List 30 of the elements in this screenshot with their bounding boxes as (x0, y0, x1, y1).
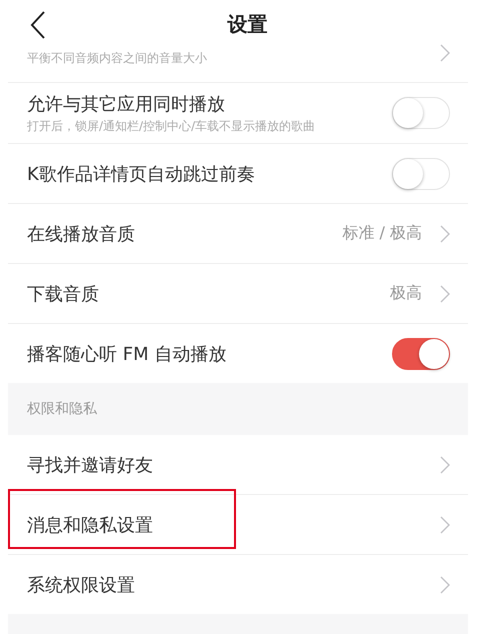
settings-row[interactable]: 在线播放音质 标准 / 极高 (8, 203, 468, 263)
row-label: K歌作品详情页自动跳过前奏 (27, 162, 256, 186)
settings-row[interactable]: 寻找并邀请好友 (8, 435, 468, 494)
settings-row[interactable]: K歌作品详情页自动跳过前奏 (8, 143, 468, 203)
row-label: 允许与其它应用同时播放 (27, 92, 226, 116)
settings-row[interactable]: 系统权限设置 (8, 554, 468, 614)
settings-row[interactable]: 下载音质 极高 (8, 263, 468, 323)
chevron-icon (440, 44, 450, 62)
row-value: 标准 / 极高 (342, 223, 422, 244)
row-label: 在线播放音质 (27, 222, 136, 246)
settings-row[interactable]: 消息和隐私设置 (8, 494, 468, 554)
row-label: 系统权限设置 (27, 574, 136, 596)
chevron-icon (440, 224, 450, 242)
chevron-icon (440, 456, 450, 474)
row-value: 极高 (390, 283, 422, 304)
row-label: 播客随心听 FM 自动播放 (27, 342, 228, 366)
settings-row[interactable]: 允许与其它应用同时播放 打开后，锁屏/通知栏/控制中心/车载不显示播放的歌曲 (8, 82, 468, 143)
toggle-switch[interactable] (392, 338, 450, 370)
row-description: 打开后，锁屏/通知栏/控制中心/车载不显示播放的歌曲 (27, 118, 316, 134)
chevron-icon (440, 576, 450, 594)
chevron-icon (440, 516, 450, 534)
row-label: 消息和隐私设置 (27, 514, 154, 536)
section-heading: 权限和隐私 (27, 400, 97, 418)
page-title: 设置 (228, 10, 268, 38)
row-label: 下载音质 (27, 282, 100, 306)
row-label: 寻找并邀请好友 (27, 454, 154, 476)
chevron-icon (440, 284, 450, 302)
row-description: 平衡不同音频内容之间的音量大小 (27, 50, 208, 67)
settings-row[interactable]: 播客随心听 FM 自动播放 (8, 323, 468, 383)
back-icon[interactable] (30, 11, 46, 39)
